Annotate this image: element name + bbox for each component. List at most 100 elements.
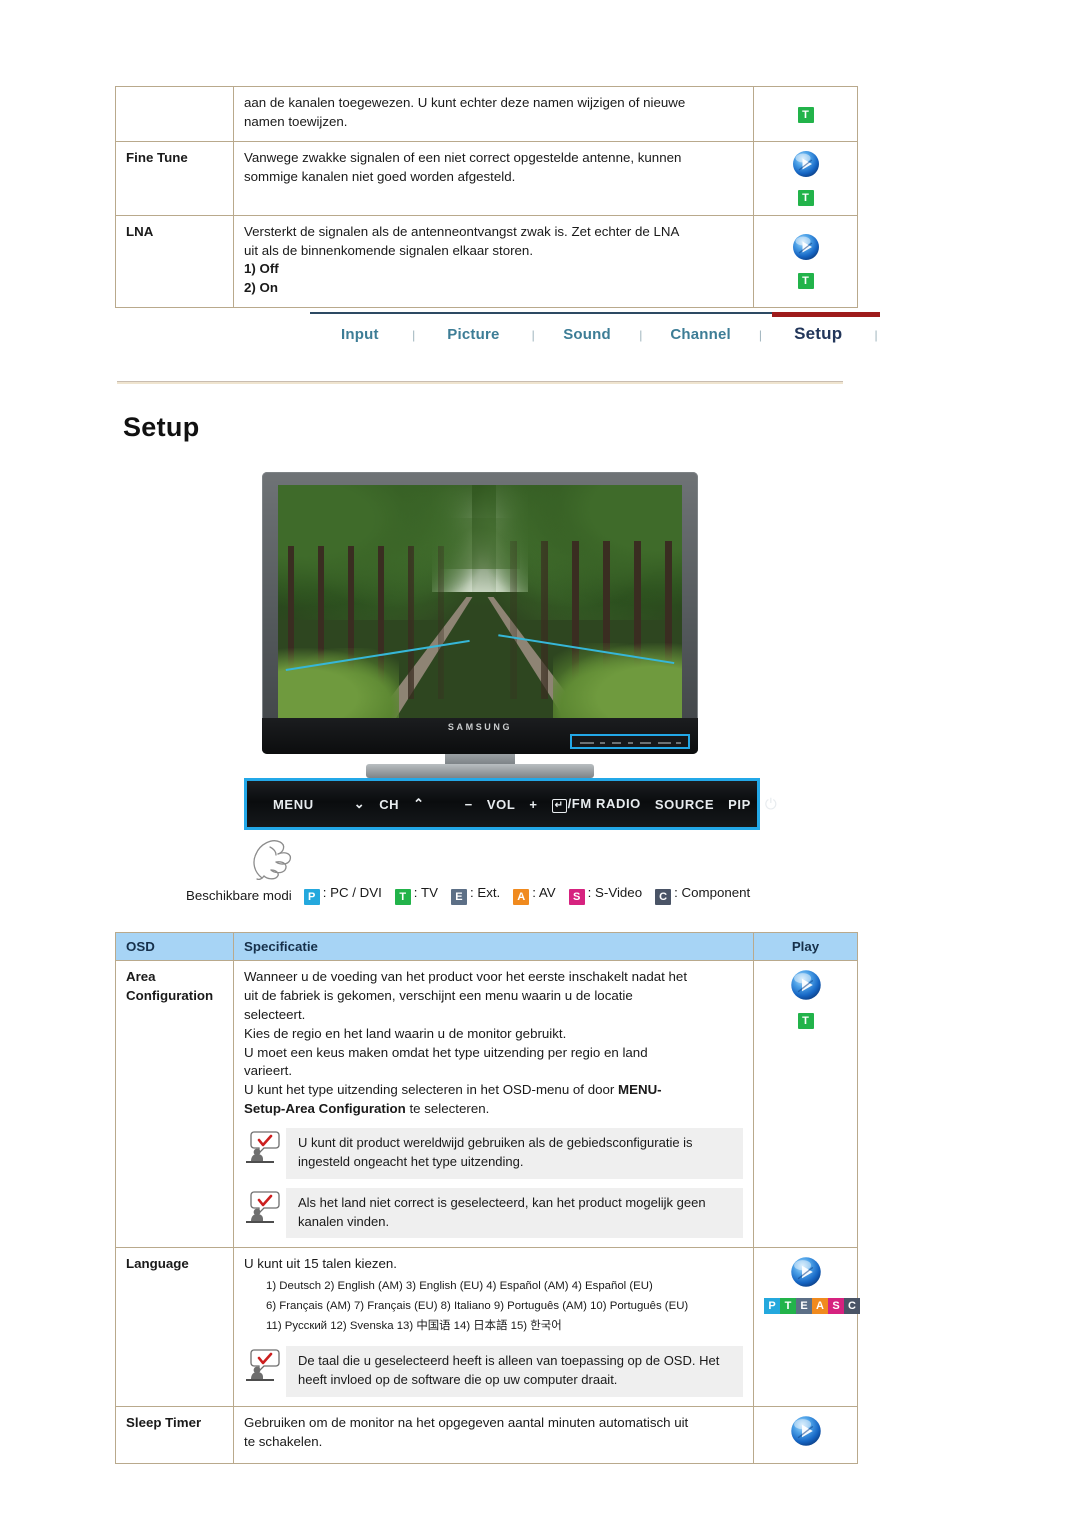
pip-button[interactable]: PIP [728,797,751,812]
spec-line: namen toewijzen. [244,113,348,129]
power-icon[interactable]: ⏻ [765,796,777,813]
available-modes-line: Beschikbare modi P: PC / DVI T: TV E: Ex… [186,885,763,905]
spec-cell: Wanneer u de voeding van het product voo… [233,959,754,1249]
spec-cell: Gebruiken om de monitor na het opgegeven… [233,1405,754,1464]
table-row: aan de kanalen toegewezen. U kunt echter… [115,86,858,142]
enter-icon: ↵ [551,798,567,813]
mode-text: : AV [532,885,556,900]
spec-line: Vanwege zwakke signalen of een niet corr… [244,149,682,165]
option-on: 2) On [244,280,278,296]
nav-active-indicator [772,312,880,317]
spec-line: aan de kanalen toegewezen. U kunt echter… [244,95,686,110]
mode-badge-t: T [780,1298,796,1315]
screen-photo-garden-path [278,485,682,718]
spec-line: U moet een keus maken omdat het type uit… [244,1044,648,1060]
spec-text: te selecteren. [405,1101,490,1117]
mode-text: : TV [413,885,438,900]
fm-radio-button[interactable]: ↵/FM RADIO [551,795,641,813]
mode-component: C: Component [655,885,750,905]
spec-line: uit als de binnenkomende signalen elkaar… [244,242,534,258]
spec-line: Gebruiken om de monitor na het opgegeven… [244,1414,689,1430]
spec-line: sommige kanalen niet goed worden afgeste… [244,168,516,184]
osd-label-fine-tune: Fine Tune [126,149,188,165]
play-orb-icon[interactable] [789,1255,823,1295]
hand-pointing-illustration [246,830,316,886]
volume-label: VOL [486,796,516,812]
spec-cell: Versterkt de signalen als de antenneontv… [233,214,754,309]
nav-tab-picture[interactable]: Picture [418,322,530,349]
monitor-screen [278,485,682,718]
plus-icon[interactable]: + [529,797,537,812]
option-off: 1) Off [244,261,279,277]
play-cell: PTEASC [753,1247,860,1407]
note-text: U kunt dit product wereldwijd gebruiken … [286,1128,743,1179]
osd-cell: Language [115,1247,234,1407]
section-nav: Input | Picture | Sound | Channel | Setu… [310,312,880,356]
nav-separator: | [531,328,535,342]
nav-tab-sound[interactable]: Sound [537,322,637,349]
page-title: Setup [123,412,200,442]
table-row-sleep-timer: Sleep Timer Gebruiken om de monitor na h… [115,1405,858,1464]
nav-tab-setup[interactable]: Setup [764,320,872,350]
nav-tab-input[interactable]: Input [310,322,410,349]
play-orb-icon[interactable] [791,232,821,268]
mode-badge-p: P [764,1298,780,1315]
osd-cell: Fine Tune [115,140,234,216]
fm-radio-label: /FM RADIO [567,795,641,811]
monitor-stand-base [366,764,594,778]
spec-cell: Vanwege zwakke signalen of een niet corr… [233,140,754,216]
play-orb-icon[interactable] [789,1414,823,1454]
monitor-button-strip-highlight[interactable] [570,734,690,749]
osd-cell: LNA [115,214,234,309]
nav-tab-channel[interactable]: Channel [645,322,757,349]
mode-text: : PC / DVI [322,885,382,900]
column-header-osd: OSD [115,932,234,961]
play-orb-icon[interactable] [789,968,823,1008]
column-header-play: Play [753,932,858,961]
nav-separator: | [758,328,762,342]
mode-text: : Component [674,885,751,900]
mode-badge-tv: T [797,1012,814,1029]
spec-line: Versterkt de signalen als de antenneontv… [244,223,680,239]
mode-badge-row: PTEASC [764,1298,860,1315]
nav-separator: | [639,328,643,342]
spec-line-menu-path-2: Setup-Area Configuration te selecteren. [244,1100,743,1119]
chevron-up-icon[interactable]: ⌃ [413,796,425,812]
osd-label-lna: LNA [126,223,154,239]
menu-keyword: MENU- [618,1082,662,1098]
spec-cell: aan de kanalen toegewezen. U kunt echter… [233,86,754,142]
mode-av: A: AV [513,885,556,905]
minus-icon[interactable]: − [465,797,473,812]
osd-cell: Area Configuration [115,959,234,1249]
play-cell: T [753,214,858,309]
spec-line: Wanneer u de voeding van het product voo… [244,969,688,984]
mode-badge-tv: T [797,272,814,289]
mode-badge-p: P [303,889,320,905]
spec-line: uit de fabriek is gekomen, verschijnt ee… [244,987,633,1003]
mode-badge-a: A [812,1298,828,1315]
language-line: 6) Français (AM) 7) Français (EU) 8) Ita… [266,1300,689,1313]
nav-separator: | [412,328,416,342]
source-button[interactable]: SOURCE [655,797,714,812]
monitor-brand-label: SAMSUNG [447,722,513,732]
menu-button[interactable]: MENU [273,797,314,812]
available-modes-label: Beschikbare modi [186,887,292,903]
table-row: Fine Tune Vanwege zwakke signalen of een… [115,140,858,216]
play-cell: T [753,86,858,142]
play-orb-icon[interactable] [791,149,821,185]
mode-badge-tv: T [797,107,814,124]
mode-badge-s: S [568,889,585,905]
mode-svideo: S: S-Video [568,885,642,905]
monitor-illustration: SAMSUNG [262,472,698,778]
spec-line: te schakelen. [244,1433,323,1449]
osd-label-area: Area [126,969,156,984]
mode-tv: T: TV [394,885,438,905]
note-icon [244,1128,286,1170]
note-icon [244,1188,286,1230]
chevron-down-icon[interactable]: ⌄ [354,796,366,812]
play-cell: T [753,140,858,216]
play-cell [753,1405,858,1464]
column-header-spec: Specificatie [233,932,754,961]
language-line: 1) Deutsch 2) English (AM) 3) English (E… [266,1280,653,1293]
mode-pc-dvi: P: PC / DVI [303,885,382,905]
